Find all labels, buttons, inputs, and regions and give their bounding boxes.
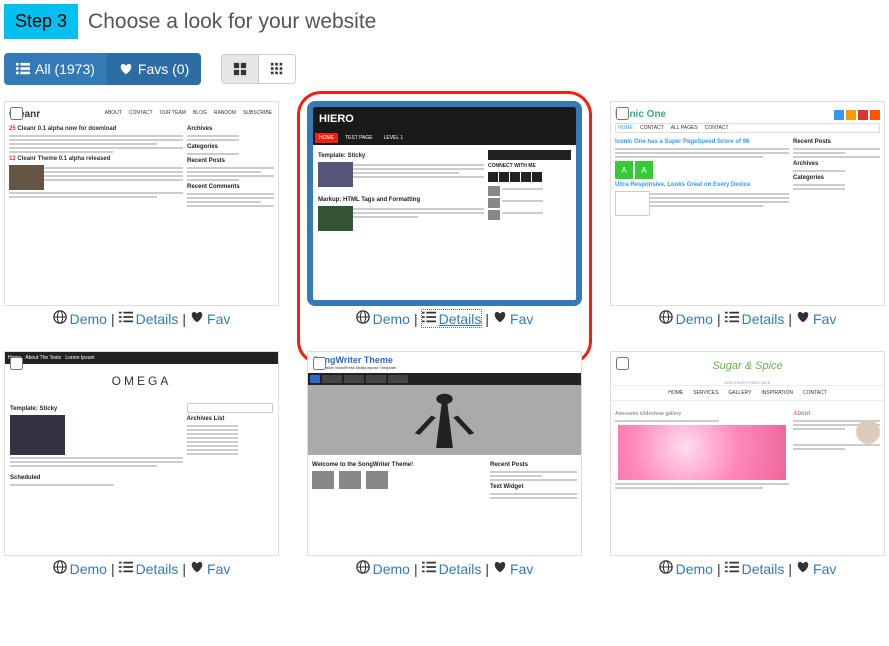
theme-actions: Demo | Details | Fav bbox=[610, 560, 885, 577]
theme-card: Cleanr ABOUTCONTACTOUR TEAMBLOGRANDOMSUB… bbox=[4, 101, 279, 327]
fav-link[interactable]: Fav bbox=[190, 310, 230, 327]
heart-icon bbox=[493, 310, 507, 327]
mock-theme-name: HIERO bbox=[313, 107, 576, 131]
theme-actions: Demo | Details | Fav bbox=[307, 560, 582, 577]
demo-link[interactable]: Demo bbox=[659, 310, 713, 327]
globe-icon bbox=[53, 310, 67, 327]
theme-thumbnail-iconic-one[interactable]: Iconic One HOMECONTACTALL PAGESCONTACT I… bbox=[610, 101, 885, 306]
demo-link[interactable]: Demo bbox=[53, 310, 107, 327]
details-link[interactable]: Details bbox=[725, 310, 785, 327]
view-group bbox=[221, 54, 296, 84]
theme-actions: Demo | Details | Fav bbox=[4, 310, 279, 327]
list-icon bbox=[119, 310, 133, 327]
heart-icon bbox=[190, 310, 204, 327]
theme-actions: Demo | Details | Fav bbox=[307, 310, 582, 327]
theme-thumbnail-hiero[interactable]: HIERO HOMETEST PAGELEVEL 1 Template: Sti… bbox=[307, 101, 582, 306]
filter-all-label: All (1973) bbox=[35, 61, 95, 77]
theme-thumbnail-cleanr[interactable]: Cleanr ABOUTCONTACTOUR TEAMBLOGRANDOMSUB… bbox=[4, 101, 279, 306]
fav-link[interactable]: Fav bbox=[493, 560, 533, 577]
list-icon bbox=[119, 560, 133, 577]
theme-card: HIERO HOMETEST PAGELEVEL 1 Template: Sti… bbox=[307, 101, 582, 327]
select-theme-checkbox[interactable] bbox=[10, 357, 23, 370]
list-icon bbox=[725, 560, 739, 577]
step-badge: Step 3 bbox=[4, 4, 78, 39]
mock-theme-name: OMEGA bbox=[5, 364, 278, 398]
fav-link[interactable]: Fav bbox=[190, 560, 230, 577]
list-icon bbox=[725, 310, 739, 327]
select-theme-checkbox[interactable] bbox=[10, 107, 23, 120]
select-theme-checkbox[interactable] bbox=[313, 357, 326, 370]
grid-large-icon bbox=[233, 62, 247, 76]
theme-card: SongWriter Theme Responsive WordPress Mu… bbox=[307, 351, 582, 577]
filter-all-button[interactable]: All (1973) bbox=[4, 53, 107, 85]
select-theme-checkbox[interactable] bbox=[616, 107, 629, 120]
heart-icon bbox=[796, 310, 810, 327]
globe-icon bbox=[356, 560, 370, 577]
demo-link[interactable]: Demo bbox=[356, 560, 410, 577]
heart-icon bbox=[493, 560, 507, 577]
list-icon bbox=[422, 560, 436, 577]
list-icon bbox=[16, 62, 30, 76]
list-icon bbox=[422, 310, 436, 327]
page-title: Choose a look for your website bbox=[88, 10, 376, 34]
select-theme-checkbox[interactable] bbox=[616, 357, 629, 370]
details-link[interactable]: Details bbox=[725, 560, 785, 577]
theme-actions: Demo | Details | Fav bbox=[610, 310, 885, 327]
theme-card: Sugar & Spice AND EVERYTHING NICE HOMESE… bbox=[610, 351, 885, 577]
heart-icon bbox=[796, 560, 810, 577]
details-link[interactable]: Details bbox=[422, 310, 482, 327]
details-link[interactable]: Details bbox=[119, 560, 179, 577]
theme-thumbnail-songwriter[interactable]: SongWriter Theme Responsive WordPress Mu… bbox=[307, 351, 582, 556]
demo-link[interactable]: Demo bbox=[53, 560, 107, 577]
theme-card: Iconic One HOMECONTACTALL PAGESCONTACT I… bbox=[610, 101, 885, 327]
filter-favs-button[interactable]: Favs (0) bbox=[107, 53, 201, 85]
details-link[interactable]: Details bbox=[422, 560, 482, 577]
theme-actions: Demo | Details | Fav bbox=[4, 560, 279, 577]
fav-link[interactable]: Fav bbox=[796, 310, 836, 327]
details-link[interactable]: Details bbox=[119, 310, 179, 327]
globe-icon bbox=[659, 560, 673, 577]
demo-link[interactable]: Demo bbox=[356, 310, 410, 327]
globe-icon bbox=[53, 560, 67, 577]
view-small-button[interactable] bbox=[259, 55, 295, 83]
fav-link[interactable]: Fav bbox=[796, 560, 836, 577]
heart-icon bbox=[190, 560, 204, 577]
globe-icon bbox=[659, 310, 673, 327]
fav-link[interactable]: Fav bbox=[493, 310, 533, 327]
grid-small-icon bbox=[270, 62, 284, 76]
globe-icon bbox=[356, 310, 370, 327]
view-large-button[interactable] bbox=[222, 55, 259, 83]
heart-icon bbox=[119, 62, 133, 76]
theme-card: Home About The Tests Lorem Ipsum OMEGA T… bbox=[4, 351, 279, 577]
demo-link[interactable]: Demo bbox=[659, 560, 713, 577]
filter-group: All (1973) Favs (0) bbox=[4, 53, 201, 85]
filter-favs-label: Favs (0) bbox=[138, 61, 189, 77]
mock-theme-name: Sugar & Spice bbox=[611, 352, 884, 380]
theme-thumbnail-sugar-spice[interactable]: Sugar & Spice AND EVERYTHING NICE HOMESE… bbox=[610, 351, 885, 556]
theme-thumbnail-omega[interactable]: Home About The Tests Lorem Ipsum OMEGA T… bbox=[4, 351, 279, 556]
themes-grid: Cleanr ABOUTCONTACTOUR TEAMBLOGRANDOMSUB… bbox=[4, 101, 885, 577]
